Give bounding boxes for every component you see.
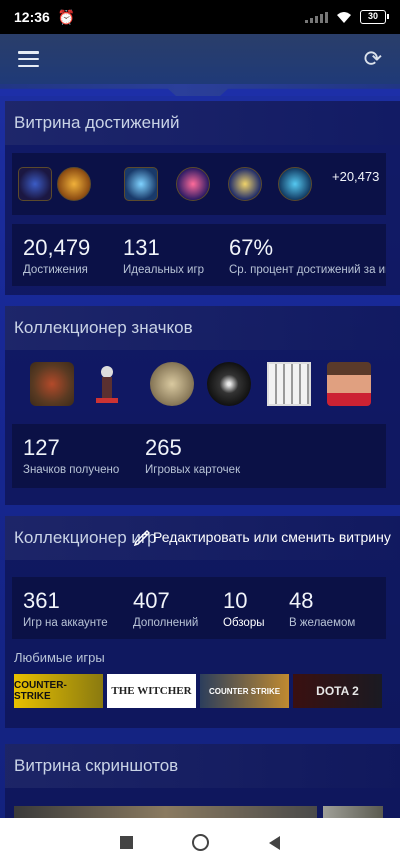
favorite-games-label: Любимые игры [14,650,105,665]
stat-label: Дополнений [133,617,199,629]
stat-label: Игровых карточек [145,464,241,476]
stat-label: Идеальных игр [123,264,205,276]
favorite-game-2[interactable]: THE WITCHER [107,674,196,708]
clock: 12:36 [14,9,50,25]
game-stats: 361 Игр на аккаунте 407 Дополнений 10 Об… [12,577,386,639]
alarm-clock-icon: ⏰ [57,8,76,25]
achievement-icon-1[interactable] [18,167,52,201]
game-title: THE WITCHER [111,685,192,697]
screenshot-preview-1[interactable] [14,806,317,818]
stat-wishlist: 48 В желаемом [289,588,355,629]
achievements-showcase-title: Витрина достижений [5,101,400,145]
profile-content: Витрина достижений +20,473 20,479 Достиж… [0,96,400,818]
stat-label: Достижения [23,264,88,276]
stat-value: 265 [145,435,182,460]
stat-label: Игр на аккаунте [23,617,108,629]
stat-games-owned: 361 Игр на аккаунте [23,588,108,629]
stat-reviews[interactable]: 10 Обзоры [223,588,264,629]
game-collector-showcase: Коллекционер игр Редактировать или смени… [5,516,400,728]
refresh-icon[interactable]: ⟳ [364,46,382,72]
screenshot-showcase: Витрина скриншотов [5,744,400,818]
stat-dlc: 407 Дополнений [133,588,198,629]
stat-label: В желаемом [289,617,356,629]
wifi-icon [337,11,351,23]
favorite-game-4[interactable]: DOTA 2 [293,674,382,708]
achievements-stats: 20,479 Достижения 131 Идеальных игр 67% … [12,224,386,286]
game-title: COUNTER STRIKE [208,686,281,696]
achievement-icon-5[interactable] [228,167,262,201]
stat-value: 10 [223,588,248,613]
favorite-game-3[interactable]: COUNTER STRIKE [200,674,289,708]
stat-trading-cards: 265 Игровых карточек [145,435,240,476]
stat-achievements: 20,479 Достижения [23,235,90,276]
stat-value: 131 [123,235,160,260]
stat-value: 48 [289,588,314,613]
achievement-icon-3[interactable] [124,167,158,201]
badge-stats: 127 Значков получено 265 Игровых карточе… [12,424,386,488]
achievements-showcase: Витрина достижений +20,473 20,479 Достиж… [5,101,400,295]
game-title: COUNTER-STRIKE [14,680,67,702]
stat-label: Ср. процент достижений за игру [229,264,386,276]
hamburger-menu-icon[interactable] [18,51,39,67]
achievements-icons-row: +20,473 [12,153,386,215]
edit-showcase-tooltip[interactable]: Редактировать или сменить витрину [153,529,391,545]
stat-value: 127 [23,435,60,460]
stat-perfect-games: 131 Идеальных игр [123,235,204,276]
screenshot-showcase-title: Витрина скриншотов [5,744,400,788]
stat-avg-completion: 67% Ср. процент достижений за игру [229,235,386,276]
signal-icon [305,11,328,23]
badge-icon-5[interactable] [267,362,311,406]
achievement-icon-2[interactable] [57,167,91,201]
battery-icon: 30 [360,10,389,24]
stat-value: 20,479 [23,235,91,260]
stat-badges-earned: 127 Значков получено [23,435,119,476]
recent-apps-button[interactable] [119,836,133,849]
home-button[interactable] [192,834,210,851]
stat-label: Значков получено [23,464,120,476]
game-title: DOTA 2 [316,684,359,698]
badge-collector-title: Коллекционер значков [5,306,400,350]
badge-icon-2[interactable] [90,362,124,406]
status-bar: 12:36 ⏰ 30 [0,0,400,34]
badge-icon-6[interactable] [327,362,371,406]
achievement-icon-6[interactable] [278,167,312,201]
favorite-game-1[interactable]: COUNTER-STRIKE [14,674,103,708]
battery-level: 30 [367,11,378,21]
badge-icon-4[interactable] [207,362,251,406]
stat-value: 67% [229,235,274,260]
system-navigation-bar [0,818,400,867]
stat-label: Обзоры [223,617,265,629]
badge-icon-1[interactable] [30,362,74,406]
more-achievements-count[interactable]: +20,473 [332,169,379,184]
edit-pencil-icon[interactable] [132,527,152,547]
stat-value: 361 [23,588,60,613]
badge-icon-3[interactable] [150,362,194,406]
achievement-icon-4[interactable] [176,167,210,201]
back-button[interactable] [269,835,281,850]
screenshot-preview-2[interactable] [323,806,383,818]
app-bar: ⟳ [0,34,400,84]
badge-collector-showcase: Коллекционер значков 127 Значков получен… [5,306,400,505]
stat-value: 407 [133,588,170,613]
